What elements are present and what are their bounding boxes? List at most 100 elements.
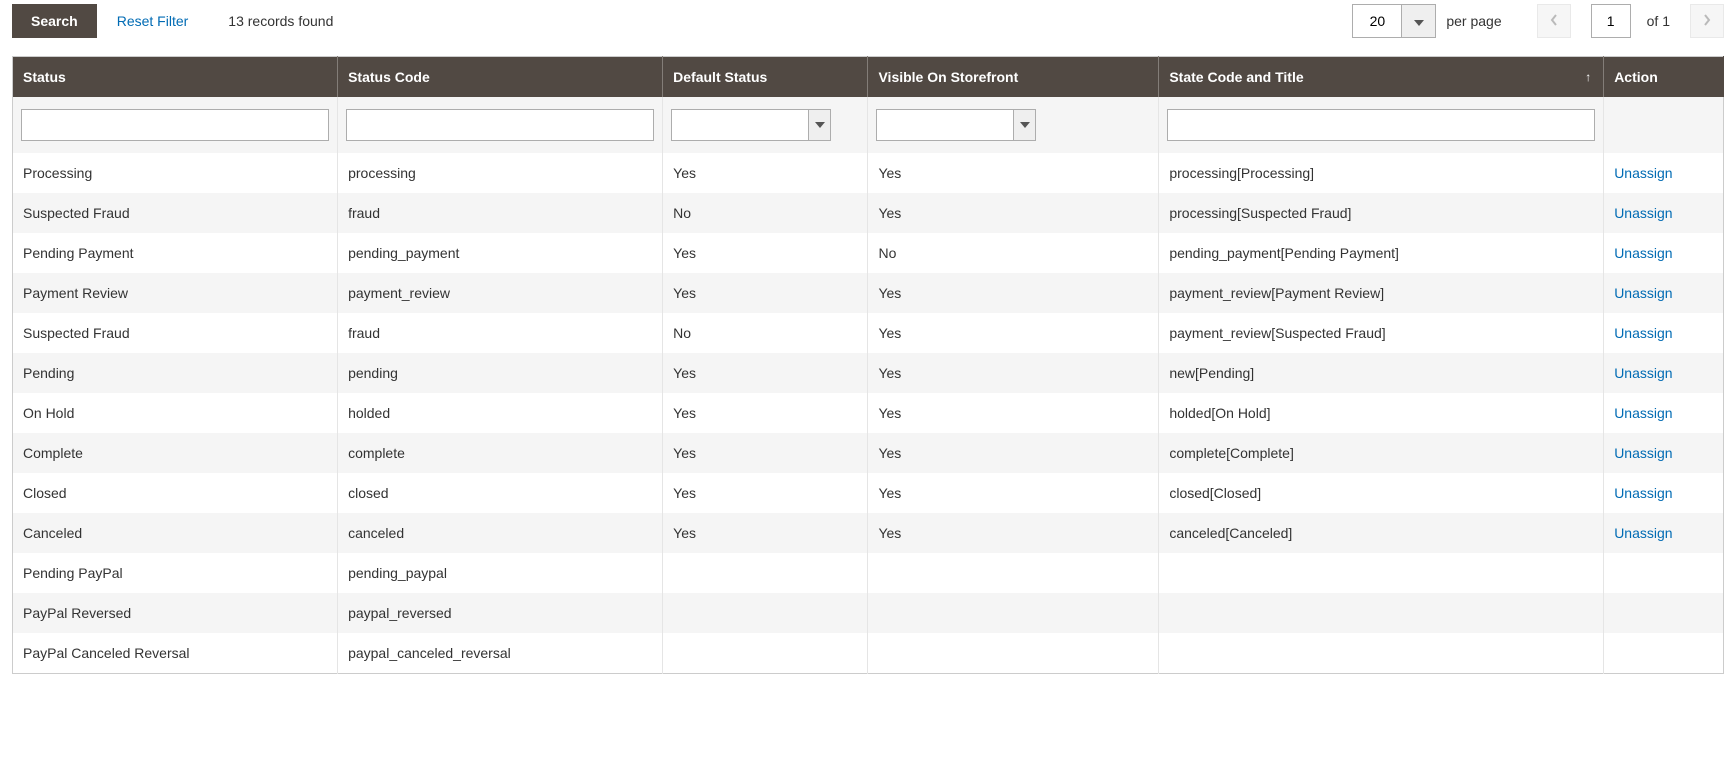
unassign-link[interactable]: Unassign: [1614, 405, 1672, 421]
visible-storefront-cell: Yes: [868, 433, 1159, 473]
status-code-cell: closed: [338, 473, 663, 513]
filter-input[interactable]: [21, 109, 329, 141]
status-cell: PayPal Reversed: [13, 593, 338, 633]
table-row[interactable]: On HoldholdedYesYesholded[On Hold]Unassi…: [13, 393, 1724, 433]
table-row[interactable]: CompletecompleteYesYescomplete[Complete]…: [13, 433, 1724, 473]
status-code-cell: canceled: [338, 513, 663, 553]
page-size-dropdown-button[interactable]: [1401, 5, 1435, 37]
visible-storefront-cell: [868, 633, 1159, 674]
table-header-row: StatusStatus CodeDefault StatusVisible O…: [13, 57, 1724, 98]
unassign-link[interactable]: Unassign: [1614, 165, 1672, 181]
status-cell: Pending Payment: [13, 233, 338, 273]
order-status-grid: StatusStatus CodeDefault StatusVisible O…: [12, 56, 1724, 674]
column-header[interactable]: Status Code: [338, 57, 663, 98]
filter-cell: [338, 97, 663, 153]
filter-cell: [1159, 97, 1604, 153]
unassign-link[interactable]: Unassign: [1614, 325, 1672, 341]
table-row[interactable]: ClosedclosedYesYesclosed[Closed]Unassign: [13, 473, 1724, 513]
table-row[interactable]: ProcessingprocessingYesYesprocessing[Pro…: [13, 153, 1724, 193]
column-header[interactable]: Action: [1604, 57, 1724, 98]
reset-filter-button[interactable]: Reset Filter: [117, 5, 189, 37]
default-status-cell: No: [663, 313, 868, 353]
table-row[interactable]: Pending Paymentpending_paymentYesNopendi…: [13, 233, 1724, 273]
chevron-down-icon: [1013, 110, 1035, 140]
filter-input[interactable]: [1167, 109, 1595, 141]
chevron-down-icon: [808, 110, 830, 140]
table-row[interactable]: PayPal Canceled Reversalpaypal_canceled_…: [13, 633, 1724, 674]
state-code-cell: [1159, 633, 1604, 674]
toolbar: Search Reset Filter 13 records found per…: [12, 0, 1724, 56]
action-cell: Unassign: [1604, 233, 1724, 273]
current-page-input[interactable]: [1591, 4, 1631, 38]
status-cell: Suspected Fraud: [13, 193, 338, 233]
pager: per page of 1: [1352, 4, 1724, 38]
action-cell: Unassign: [1604, 513, 1724, 553]
table-filter-row: [13, 97, 1724, 153]
column-header[interactable]: Status: [13, 57, 338, 98]
per-page-label: per page: [1446, 13, 1501, 29]
status-code-cell: complete: [338, 433, 663, 473]
visible-storefront-cell: Yes: [868, 473, 1159, 513]
default-status-cell: Yes: [663, 273, 868, 313]
column-header[interactable]: Visible On Storefront: [868, 57, 1159, 98]
default-status-cell: Yes: [663, 393, 868, 433]
action-cell: Unassign: [1604, 393, 1724, 433]
state-code-cell: new[Pending]: [1159, 353, 1604, 393]
visible-storefront-cell: Yes: [868, 513, 1159, 553]
filter-select[interactable]: [876, 109, 1036, 141]
default-status-cell: Yes: [663, 353, 868, 393]
filter-cell: [663, 97, 868, 153]
page-size-input[interactable]: [1353, 5, 1401, 37]
column-header[interactable]: State Code and Title↑: [1159, 57, 1604, 98]
table-row[interactable]: Payment Reviewpayment_reviewYesYespaymen…: [13, 273, 1724, 313]
table-row[interactable]: PendingpendingYesYesnew[Pending]Unassign: [13, 353, 1724, 393]
visible-storefront-cell: No: [868, 233, 1159, 273]
column-header[interactable]: Default Status: [663, 57, 868, 98]
table-row[interactable]: Suspected FraudfraudNoYespayment_review[…: [13, 313, 1724, 353]
unassign-link[interactable]: Unassign: [1614, 485, 1672, 501]
status-cell: Pending: [13, 353, 338, 393]
filter-cell: [13, 97, 338, 153]
table-row[interactable]: Suspected FraudfraudNoYesprocessing[Susp…: [13, 193, 1724, 233]
of-pages-label: of 1: [1647, 13, 1670, 29]
default-status-cell: Yes: [663, 153, 868, 193]
status-cell: Processing: [13, 153, 338, 193]
status-code-cell: fraud: [338, 193, 663, 233]
default-status-cell: [663, 593, 868, 633]
action-cell: Unassign: [1604, 433, 1724, 473]
action-cell: [1604, 633, 1724, 674]
table-row[interactable]: Pending PayPalpending_paypal: [13, 553, 1724, 593]
visible-storefront-cell: [868, 593, 1159, 633]
filter-input[interactable]: [346, 109, 654, 141]
filter-select[interactable]: [671, 109, 831, 141]
state-code-cell: complete[Complete]: [1159, 433, 1604, 473]
state-code-cell: closed[Closed]: [1159, 473, 1604, 513]
state-code-cell: processing[Suspected Fraud]: [1159, 193, 1604, 233]
unassign-link[interactable]: Unassign: [1614, 285, 1672, 301]
status-code-cell: payment_review: [338, 273, 663, 313]
unassign-link[interactable]: Unassign: [1614, 525, 1672, 541]
filter-cell: [868, 97, 1159, 153]
default-status-cell: [663, 633, 868, 674]
action-cell: Unassign: [1604, 473, 1724, 513]
unassign-link[interactable]: Unassign: [1614, 205, 1672, 221]
search-button[interactable]: Search: [12, 4, 97, 38]
next-page-button[interactable]: [1690, 4, 1724, 38]
unassign-link[interactable]: Unassign: [1614, 445, 1672, 461]
action-cell: Unassign: [1604, 273, 1724, 313]
unassign-link[interactable]: Unassign: [1614, 365, 1672, 381]
unassign-link[interactable]: Unassign: [1614, 245, 1672, 261]
page-size-select[interactable]: [1352, 4, 1436, 38]
action-cell: Unassign: [1604, 153, 1724, 193]
status-cell: Pending PayPal: [13, 553, 338, 593]
sort-asc-icon: ↑: [1585, 70, 1591, 84]
state-code-cell: holded[On Hold]: [1159, 393, 1604, 433]
state-code-cell: payment_review[Suspected Fraud]: [1159, 313, 1604, 353]
status-code-cell: holded: [338, 393, 663, 433]
table-row[interactable]: CanceledcanceledYesYescanceled[Canceled]…: [13, 513, 1724, 553]
default-status-cell: No: [663, 193, 868, 233]
records-found-label: 13 records found: [228, 13, 333, 29]
table-row[interactable]: PayPal Reversedpaypal_reversed: [13, 593, 1724, 633]
state-code-cell: processing[Processing]: [1159, 153, 1604, 193]
prev-page-button[interactable]: [1537, 4, 1571, 38]
